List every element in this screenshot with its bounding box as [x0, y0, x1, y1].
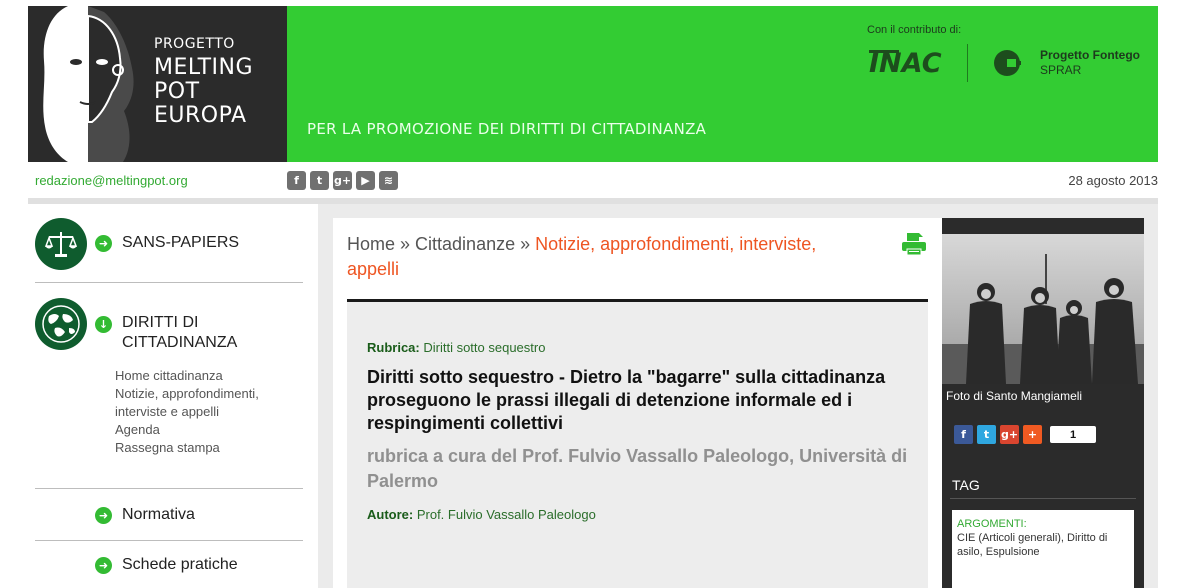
submenu-home-cittadinanza[interactable]: Home cittadinanza — [115, 367, 259, 385]
autore-link[interactable]: Prof. Fulvio Vassallo Paleologo — [417, 507, 596, 522]
brand-small: PROGETTO — [154, 36, 235, 52]
rss-icon[interactable]: ≋ — [379, 171, 398, 190]
chevron-right-icon[interactable]: ➜ — [95, 235, 112, 252]
brand-line-2: POT — [154, 79, 200, 104]
argomenti-links[interactable]: CIE (Articoli generali), Diritto di asil… — [957, 531, 1129, 559]
chevron-down-icon[interactable]: ↓ — [95, 316, 112, 333]
brand-line-3: EUROPA — [154, 103, 247, 128]
breadcrumb-separator: » — [515, 234, 536, 254]
brand-line-1: MELTING — [154, 55, 254, 80]
chevron-right-icon[interactable]: ➜ — [95, 507, 112, 524]
sidebar: ➜ SANS-PAPIERS ↓ DIRITTI DI CITTADINANZA… — [28, 204, 318, 588]
divider — [35, 282, 303, 283]
social-links: f t g+ ▶ ≋ — [287, 171, 398, 190]
globe-icon[interactable] — [35, 298, 87, 350]
inac-logo[interactable]: INAC — [867, 44, 947, 80]
breadcrumb-home[interactable]: Home — [347, 234, 395, 254]
google-plus-icon[interactable]: g+ — [333, 171, 352, 190]
autore-line: Autore: Prof. Fulvio Vassallo Paleologo — [367, 507, 596, 522]
photo-caption: Foto di Santo Mangiameli — [946, 389, 1083, 403]
fontego-sub: SPRAR — [1040, 63, 1082, 77]
tag-divider — [950, 498, 1136, 499]
rubrica-label: Rubrica: — [367, 340, 420, 355]
breadcrumb-separator: » — [395, 234, 416, 254]
share-buttons: f t g+ + 1 — [954, 425, 1096, 444]
submenu-rassegna-stampa[interactable]: Rassegna stampa — [115, 439, 259, 457]
right-column: Foto di Santo Mangiameli f t g+ + 1 TAG … — [942, 218, 1144, 588]
submenu-notizie[interactable]: Notizie, approfondimenti, — [115, 385, 259, 403]
share-count: 1 — [1050, 426, 1096, 443]
tagline: PER LA PROMOZIONE DEI DIRITTI DI CITTADI… — [307, 120, 707, 138]
autore-label: Autore: — [367, 507, 414, 522]
submenu-agenda[interactable]: Agenda — [115, 421, 259, 439]
twitter-share-icon[interactable]: t — [977, 425, 996, 444]
facebook-icon[interactable]: f — [287, 171, 306, 190]
addthis-plus-icon[interactable]: + — [1023, 425, 1042, 444]
sponsor-divider — [967, 44, 968, 82]
email-link[interactable]: redazione@meltingpot.org — [35, 173, 188, 188]
tag-box: ARGOMENTI: CIE (Articoli generali), Diri… — [952, 510, 1134, 588]
nav-schede-pratiche[interactable]: Schede pratiche — [122, 555, 238, 575]
twitter-icon[interactable]: t — [310, 171, 329, 190]
melting-pot-face-logo — [43, 6, 134, 162]
nav-diritti-line1: DIRITTI DI — [122, 314, 199, 331]
article-subtitle: rubrica a cura del Prof. Fulvio Vassallo… — [367, 446, 908, 491]
nav-diritti-cittadinanza[interactable]: DIRITTI DI CITTADINANZA — [122, 313, 237, 353]
nav-diritti-line2: CITTADINANZA — [122, 334, 238, 351]
printer-icon[interactable] — [901, 232, 927, 256]
nav-sans-papiers[interactable]: SANS-PAPIERS — [122, 233, 239, 253]
article-header: Rubrica: Diritti sotto sequestro Diritti… — [347, 302, 928, 588]
brand-text: PROGETTO MELTING POT EUROPA — [154, 36, 253, 128]
argomenti-label: ARGOMENTI: — [957, 518, 1027, 530]
fontego-logo-icon — [994, 50, 1021, 76]
divider — [35, 540, 303, 541]
facebook-share-icon[interactable]: f — [954, 425, 973, 444]
scales-icon[interactable] — [35, 218, 87, 270]
nav-normativa[interactable]: Normativa — [122, 505, 195, 525]
fontego-title: Progetto Fontego — [1040, 48, 1140, 62]
breadcrumb: Home » Cittadinanze » Notizie, approfond… — [347, 232, 867, 282]
current-date: 28 agosto 2013 — [1068, 173, 1158, 188]
header-logo-panel[interactable]: PROGETTO MELTING POT EUROPA — [28, 6, 287, 162]
tag-heading: TAG — [952, 477, 980, 493]
youtube-icon[interactable]: ▶ — [356, 171, 375, 190]
header-banner: PER LA PROMOZIONE DEI DIRITTI DI CITTADI… — [287, 6, 1158, 162]
chevron-right-icon[interactable]: ➜ — [95, 557, 112, 574]
contrib-label: Con il contributo di: — [867, 24, 962, 36]
rubrica-line: Rubrica: Diritti sotto sequestro — [367, 340, 545, 355]
breadcrumb-cittadinanze[interactable]: Cittadinanze — [415, 234, 515, 254]
main-content: Home » Cittadinanze » Notizie, approfond… — [333, 218, 942, 588]
article-title: Diritti sotto sequestro - Dietro la "bag… — [367, 367, 886, 433]
fontego-text[interactable]: Progetto Fontego SPRAR — [1040, 48, 1140, 78]
divider — [35, 488, 303, 489]
google-plus-share-icon[interactable]: g+ — [1000, 425, 1019, 444]
page: PROGETTO MELTING POT EUROPA PER LA PROMO… — [0, 0, 1186, 588]
rubrica-link[interactable]: Diritti sotto sequestro — [423, 340, 545, 355]
article-photo[interactable] — [942, 234, 1144, 384]
submenu-notizie-cont[interactable]: interviste e appelli — [115, 403, 259, 421]
diritti-submenu: Home cittadinanza Notizie, approfondimen… — [115, 367, 259, 457]
